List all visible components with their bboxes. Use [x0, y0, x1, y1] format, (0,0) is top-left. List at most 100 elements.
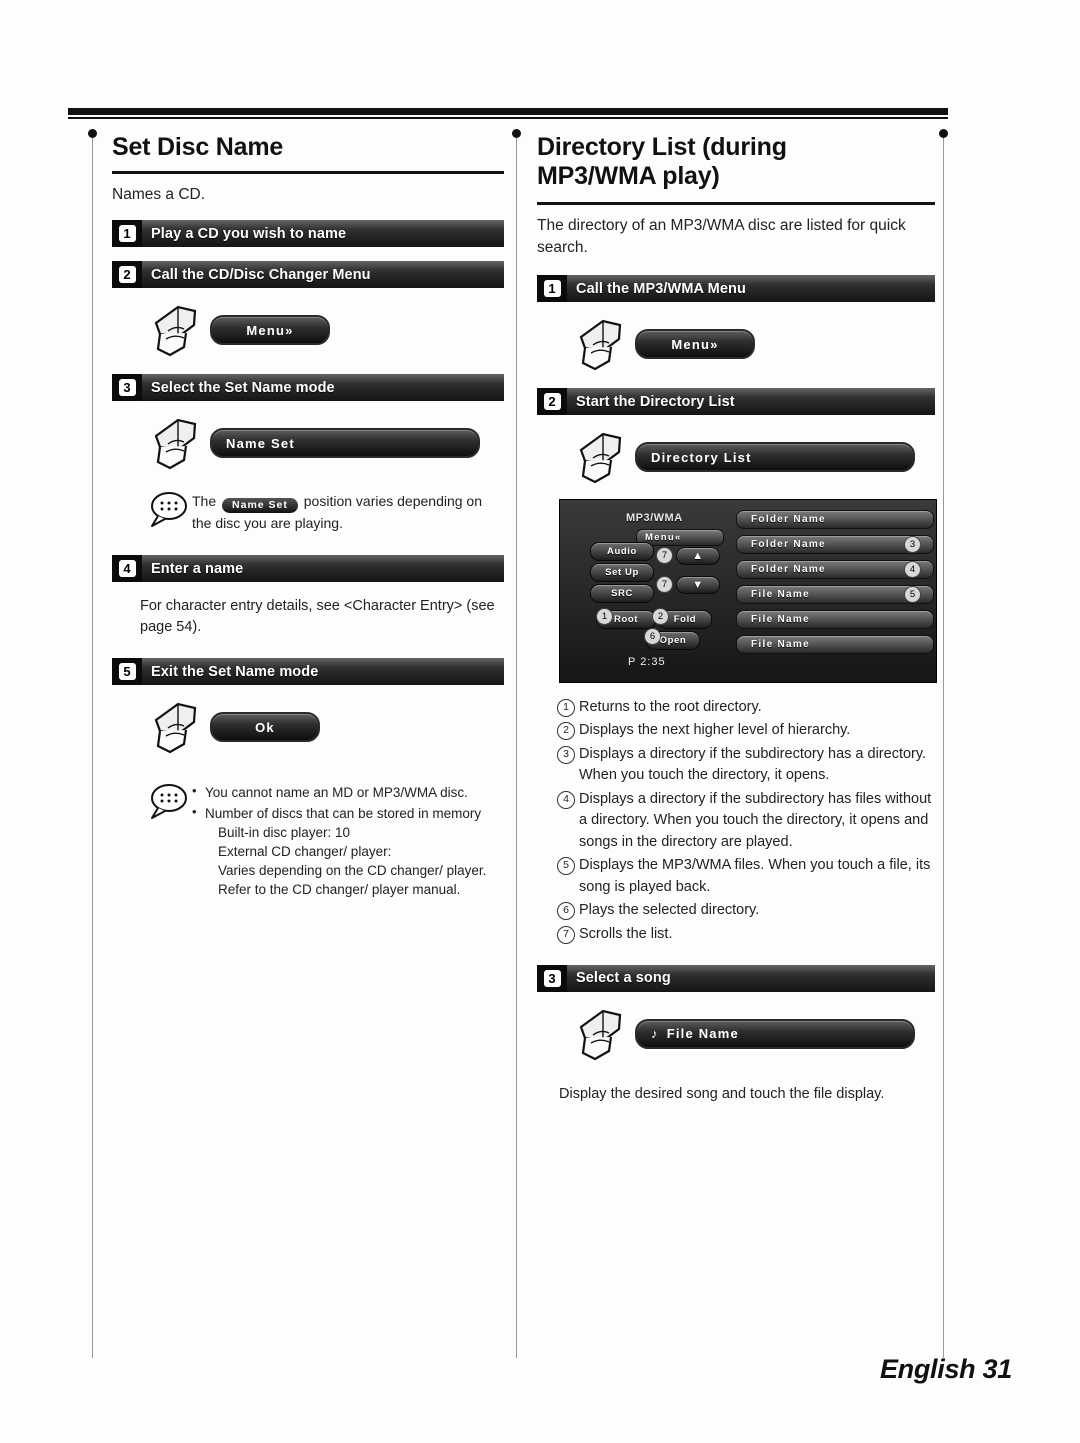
- column-divider: [516, 133, 517, 1358]
- step4-text-left: For character entry details, see <Charac…: [140, 598, 495, 636]
- manual-page: Set Disc Name Names a CD. 1 Play a CD yo…: [0, 0, 1080, 1443]
- step-number-2-right: 2: [537, 388, 567, 415]
- step-number-4-left: 4: [112, 555, 142, 583]
- callout-number: 1: [557, 699, 575, 717]
- callout-number: 5: [557, 857, 575, 876]
- device-list-row-1[interactable]: Folder Name: [736, 510, 934, 529]
- device-list-row-5[interactable]: File Name: [736, 610, 934, 629]
- note-text-1-left: The Name Set position varies depending o…: [192, 489, 504, 533]
- step-bar-1-left: 1 Play a CD you wish to name: [112, 220, 504, 247]
- step-label-3-left: Select the Set Name mode: [151, 379, 335, 396]
- callout-text: Displays the next higher level of hierar…: [579, 722, 851, 739]
- right-margin-line: [943, 133, 944, 1358]
- pointing-hand-icon: [148, 698, 210, 756]
- callout-number: 2: [557, 722, 575, 741]
- callout-text: Scrolls the list.: [579, 925, 673, 942]
- hand-illustration-row-filename-right: ♪ File Name: [573, 1004, 935, 1064]
- list-item: 3 Displays a directory if the subdirector…: [557, 744, 935, 787]
- row-badge-5: 5: [904, 586, 921, 603]
- note-sub-line: Refer to the CD changer/ player manual.: [218, 882, 461, 898]
- step-number-5-left: 5: [112, 658, 142, 686]
- step-bar-2-left: 2 Call the CD/Disc Changer Menu: [112, 261, 504, 288]
- callout-text: Plays the selected directory.: [579, 902, 760, 919]
- step-label-1-left: Play a CD you wish to name: [151, 225, 347, 242]
- menu-button-left[interactable]: Menu»: [210, 315, 330, 345]
- menu-button-right[interactable]: Menu»: [635, 329, 755, 359]
- device-button-src[interactable]: SRC: [590, 584, 654, 603]
- pointing-hand-icon: [148, 301, 210, 359]
- list-item: 1 Returns to the root directory.: [557, 697, 935, 718]
- step-bar-3-right: 3 Select a song: [537, 964, 935, 992]
- step-label-4-left: Enter a name: [151, 560, 244, 577]
- pointing-hand-icon: [573, 1005, 635, 1063]
- note-marker-icon: ♪: [651, 1026, 659, 1042]
- title-rule-left: [112, 171, 504, 174]
- corner-dot-left: [88, 129, 97, 138]
- step-label-2-left: Call the CD/Disc Changer Menu: [151, 266, 371, 283]
- list-item: 2 Displays the next higher level of hiera…: [557, 720, 935, 741]
- device-button-setup[interactable]: Set Up: [590, 563, 654, 582]
- closing-text-right: Display the desired song and touch the f…: [559, 1085, 885, 1102]
- device-playback-time: P 2:35: [628, 656, 666, 668]
- step-number-3-left: 3: [112, 374, 142, 401]
- device-screen-illustration: MP3/WMA Menu« Audio Set Up SRC Root Fold…: [559, 499, 937, 683]
- list-item: 6 Plays the selected directory.: [557, 900, 935, 921]
- step-label-5-left: Exit the Set Name mode: [151, 663, 319, 680]
- note-bullet-list-left: You cannot name an MD or MP3/WMA disc. N…: [192, 782, 487, 900]
- note-sub-line: Built-in disc player: 10: [218, 824, 351, 840]
- note-bubble-icon: [146, 489, 192, 529]
- page-title-right: Directory List (during MP3/WMA play): [537, 133, 787, 190]
- callout-text: Displays a directory if the subdirectory…: [579, 745, 927, 784]
- device-scroll-down-button[interactable]: ▼: [676, 576, 720, 594]
- callout-circle-7b: 7: [656, 576, 673, 593]
- list-item: Number of discs that can be stored in me…: [192, 803, 487, 900]
- callout-text: Returns to the root directory.: [579, 699, 762, 715]
- callout-number: 4: [557, 790, 575, 809]
- callout-number: 7: [557, 925, 575, 944]
- callout-circle-6: 6: [644, 628, 661, 645]
- list-item: 7 Scrolls the list.: [557, 924, 935, 945]
- list-item: You cannot name an MD or MP3/WMA disc.: [192, 782, 486, 802]
- directory-list-button[interactable]: Directory List: [635, 442, 915, 472]
- intro-text-right: The directory of an MP3/WMA disc are lis…: [537, 217, 906, 256]
- device-button-audio[interactable]: Audio: [590, 542, 654, 561]
- step-label-3-right: Select a song: [576, 970, 671, 987]
- step-bar-3-left: 3 Select the Set Name mode: [112, 374, 504, 401]
- pointing-hand-icon: [573, 428, 635, 486]
- left-margin-line: [92, 133, 93, 1358]
- device-list-row-6[interactable]: File Name: [736, 635, 934, 654]
- ok-button-left[interactable]: Ok: [210, 712, 320, 743]
- title-rule-right: [537, 202, 935, 205]
- note-prefix: The: [192, 493, 217, 509]
- step-bar-2-right: 2 Start the Directory List: [537, 388, 935, 415]
- note-text-2-left: You cannot name an MD or MP3/WMA disc. N…: [192, 781, 486, 900]
- list-item-label: Number of discs that can be stored in me…: [205, 805, 482, 821]
- callout-number: 6: [557, 902, 575, 921]
- step-number-3-right: 3: [537, 964, 567, 992]
- callout-text: Displays a directory if the subdirectory…: [579, 790, 932, 850]
- name-set-button-left[interactable]: Name Set: [210, 428, 480, 458]
- top-rule-thin: [68, 117, 948, 119]
- callout-circle-1: 1: [596, 608, 613, 625]
- hand-illustration-row-menu-right: Menu»: [573, 314, 935, 374]
- hand-illustration-row-menu-left: Menu»: [148, 300, 504, 360]
- note-sub-line: External CD changer/ player:: [218, 843, 392, 859]
- note-bubble-icon: [146, 781, 192, 821]
- right-column: Directory List (during MP3/WMA play) The…: [537, 133, 937, 1105]
- row-badge-3: 3: [904, 536, 921, 553]
- device-scroll-up-button[interactable]: ▲: [676, 547, 720, 565]
- left-column: Set Disc Name Names a CD. 1 Play a CD yo…: [112, 133, 504, 900]
- file-name-button[interactable]: ♪ File Name: [635, 1018, 915, 1049]
- callout-circle-2: 2: [652, 608, 669, 625]
- top-rule: [68, 108, 948, 115]
- page-footer: English 31: [879, 1354, 1012, 1384]
- name-set-inline-pill: Name Set: [222, 498, 298, 514]
- note-sub-line: Varies depending on the CD changer/ play…: [218, 863, 487, 879]
- list-item: 4 Displays a directory if the subdirector…: [557, 789, 935, 853]
- callout-circle-7a: 7: [656, 547, 673, 564]
- pointing-hand-icon: [148, 414, 210, 472]
- pointing-hand-icon: [573, 315, 635, 373]
- intro-text-left: Names a CD.: [112, 186, 206, 203]
- step-label-2-right: Start the Directory List: [576, 393, 735, 410]
- row-badge-4: 4: [904, 561, 921, 578]
